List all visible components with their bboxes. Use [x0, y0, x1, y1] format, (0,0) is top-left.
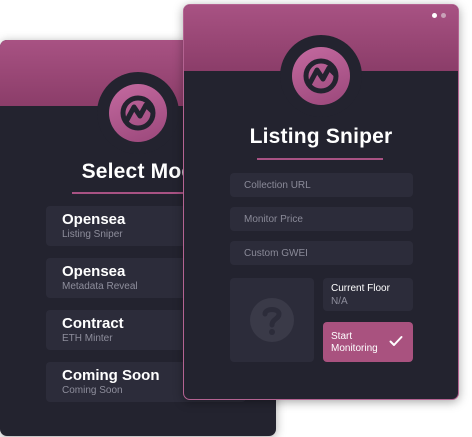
- current-floor-label: Current Floor: [331, 283, 390, 294]
- checkmark-icon: [389, 336, 403, 346]
- logo-badge: [280, 35, 362, 117]
- mode-subtitle: ETH Minter: [62, 333, 113, 344]
- page-indicator: [432, 13, 446, 18]
- current-floor-box: Current Floor N/A: [323, 278, 413, 311]
- mode-subtitle: Metadata Reveal: [62, 281, 138, 292]
- mountain-chart-logo-icon: [292, 47, 350, 105]
- mode-title: Coming Soon: [62, 367, 160, 384]
- logo-badge: [97, 72, 179, 154]
- page-dot-inactive[interactable]: [441, 13, 446, 18]
- title-underline: [257, 158, 383, 160]
- mode-title: Contract: [62, 315, 124, 332]
- monitor-price-input[interactable]: [230, 207, 413, 231]
- question-mark-icon: [250, 298, 294, 342]
- mode-title: Opensea: [62, 263, 126, 280]
- listing-sniper-panel: Listing Sniper Current Floor N/A Start M…: [183, 4, 459, 400]
- page-title: Listing Sniper: [249, 125, 393, 148]
- page-dot-active[interactable]: [432, 13, 437, 18]
- current-floor-value: N/A: [331, 296, 348, 307]
- mode-subtitle: Coming Soon: [62, 385, 123, 396]
- title-underline: [72, 192, 200, 194]
- nft-image-placeholder: [230, 278, 314, 362]
- mode-title: Opensea: [62, 211, 126, 228]
- start-monitoring-label: Start Monitoring: [331, 331, 378, 354]
- collection-url-input[interactable]: [230, 173, 413, 197]
- start-monitoring-button[interactable]: Start Monitoring: [323, 322, 413, 362]
- mountain-chart-logo-icon: [109, 84, 167, 142]
- mode-subtitle: Listing Sniper: [62, 229, 123, 240]
- custom-gwei-input[interactable]: [230, 241, 413, 265]
